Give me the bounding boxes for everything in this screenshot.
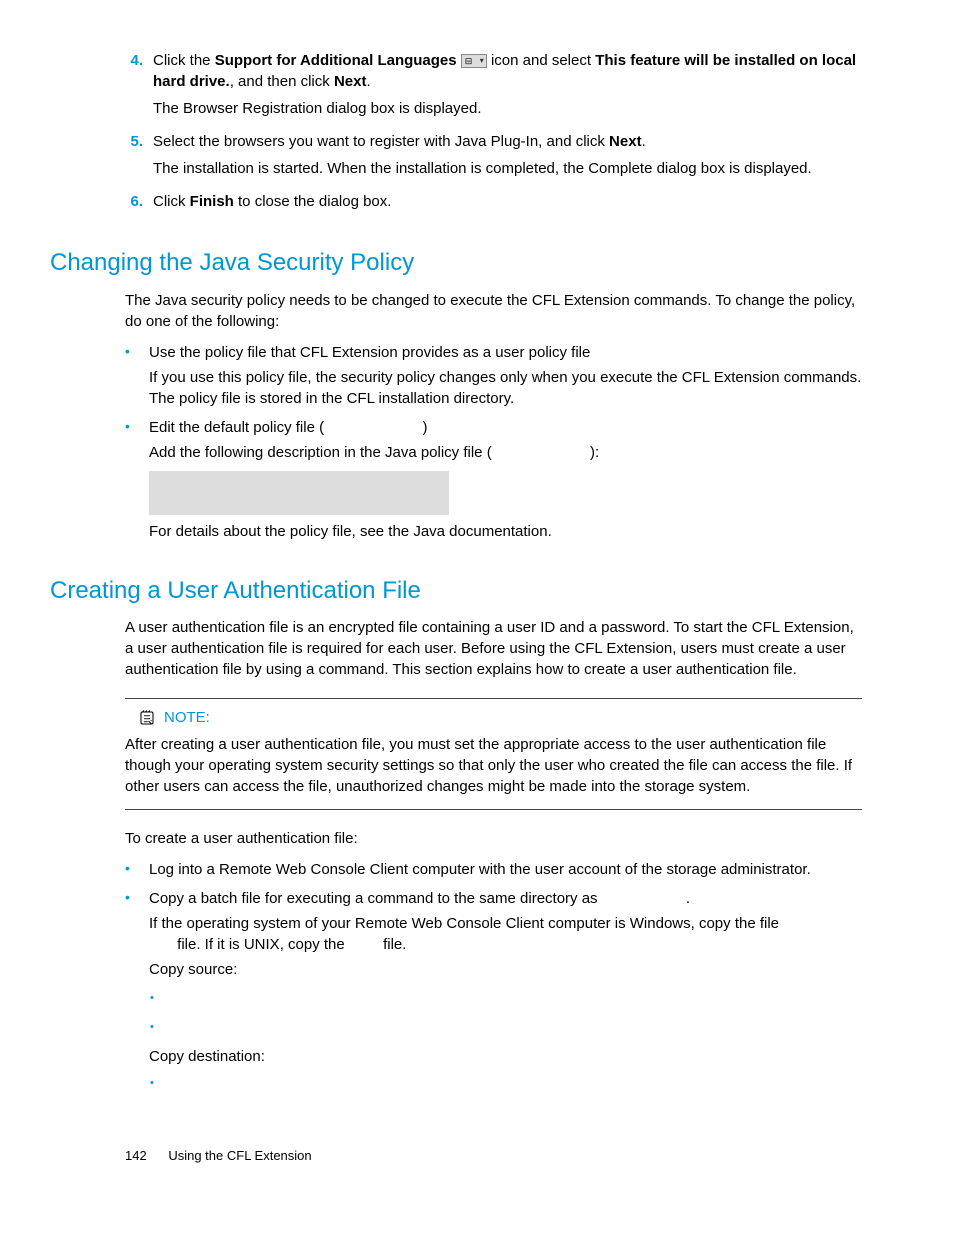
step-body: Select the browsers you want to register… — [153, 131, 862, 185]
bold-text: Next — [334, 73, 367, 90]
feature-dropdown-icon: ⊟ — [461, 54, 487, 68]
text: to close the dialog box. — [234, 193, 392, 210]
list-item: • — [150, 1073, 862, 1098]
text: file. — [383, 936, 406, 953]
text: Log into a Remote Web Console Client com… — [149, 859, 862, 880]
text: Copy source: — [149, 959, 862, 980]
text: . — [686, 890, 690, 907]
note-header: NOTE: — [138, 707, 862, 728]
bullet-icon: • — [150, 1017, 174, 1042]
step-body: Click the Support for Additional Languag… — [153, 50, 862, 125]
heading-java-security: Changing the Java Security Policy — [50, 246, 862, 280]
bold-text: Finish — [190, 193, 234, 210]
text: . — [366, 73, 370, 90]
divider — [125, 698, 862, 699]
bold-text: Support for Additional Languages — [215, 52, 457, 69]
text: ) — [422, 419, 427, 436]
text: . — [642, 133, 646, 150]
divider — [125, 809, 862, 810]
text: Select the browsers you want to register… — [153, 133, 609, 150]
text: Click — [153, 193, 190, 210]
text: Add the following description in the Jav… — [149, 444, 492, 461]
step-5: 5. Select the browsers you want to regis… — [125, 131, 862, 185]
footer-title: Using the CFL Extension — [168, 1148, 311, 1163]
page-footer: 142 Using the CFL Extension — [125, 1147, 312, 1165]
list-item: • — [150, 988, 862, 1013]
text: file. If it is UNIX, copy the — [177, 936, 349, 953]
text — [174, 1073, 862, 1094]
bullet-icon: • — [125, 342, 149, 413]
text: The Browser Registration dialog box is d… — [153, 98, 862, 119]
bullet-icon: • — [125, 417, 149, 546]
text: , and then click — [230, 73, 334, 90]
text: To create a user authentication file: — [125, 828, 862, 849]
text: If the operating system of your Remote W… — [149, 915, 779, 932]
text: For details about the policy file, see t… — [149, 521, 862, 542]
note-body: After creating a user authentication fil… — [125, 734, 862, 797]
text — [174, 988, 862, 1009]
bullet-icon: • — [125, 888, 149, 984]
text: Edit the default policy file ( — [149, 419, 324, 436]
text: Use the policy file that CFL Extension p… — [149, 342, 862, 363]
list-item: • Use the policy file that CFL Extension… — [125, 342, 862, 413]
step-number: 5. — [125, 131, 153, 185]
bullet-icon: • — [125, 859, 149, 884]
list-item: • Edit the default policy file ( ) Add t… — [125, 417, 862, 546]
text — [174, 1017, 862, 1038]
step-6: 6. Click Finish to close the dialog box. — [125, 191, 862, 218]
text: Copy a batch file for executing a comman… — [149, 890, 602, 907]
step-body: Click Finish to close the dialog box. — [153, 191, 862, 218]
step-4: 4. Click the Support for Additional Lang… — [125, 50, 862, 125]
text: Copy destination: — [149, 1046, 862, 1067]
note-label: NOTE: — [164, 707, 210, 728]
bullet-icon: • — [150, 988, 174, 1013]
step-number: 4. — [125, 50, 153, 125]
text: icon and select — [487, 52, 595, 69]
step-number: 6. — [125, 191, 153, 218]
list-item: • Log into a Remote Web Console Client c… — [125, 859, 862, 884]
section-intro: A user authentication file is an encrypt… — [125, 617, 862, 680]
code-block — [149, 471, 449, 515]
text: ): — [590, 444, 599, 461]
heading-user-auth: Creating a User Authentication File — [50, 574, 862, 608]
list-item: • Copy a batch file for executing a comm… — [125, 888, 862, 984]
note-icon — [138, 709, 156, 727]
text: If you use this policy file, the securit… — [149, 367, 862, 409]
section-intro: The Java security policy needs to be cha… — [125, 290, 862, 332]
text: Click the — [153, 52, 215, 69]
list-item: • — [150, 1017, 862, 1042]
bold-text: Next — [609, 133, 642, 150]
page-number: 142 — [125, 1148, 147, 1163]
text: The installation is started. When the in… — [153, 158, 862, 179]
bullet-icon: • — [150, 1073, 174, 1098]
